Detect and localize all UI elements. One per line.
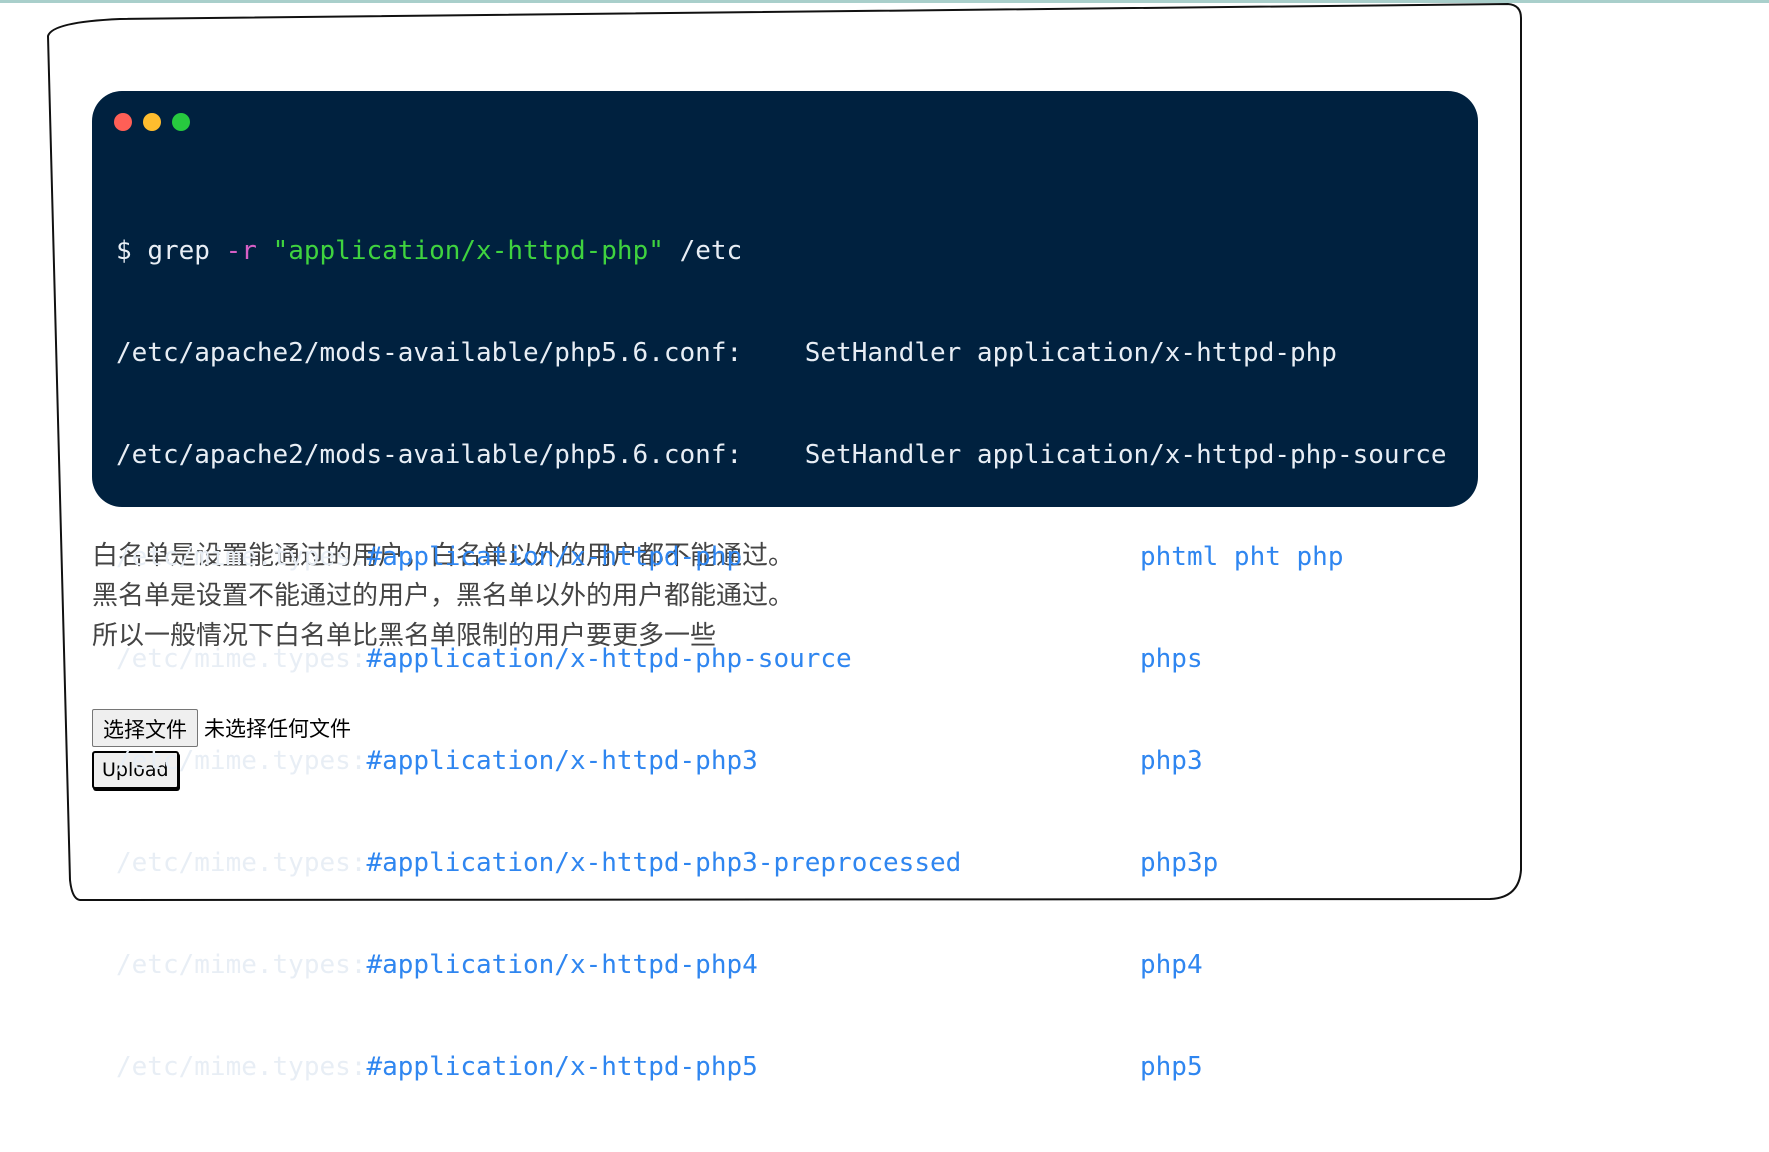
mime-type: #application/x-httpd-php4 xyxy=(366,950,758,980)
window-controls xyxy=(114,113,190,131)
mime-path: /etc/mime.types: xyxy=(116,950,367,980)
mime-extensions: php4 xyxy=(1140,950,1203,980)
mime-path: /etc/mime.types: xyxy=(116,848,367,878)
terminal-window: $ grep -r "application/x-httpd-php" /etc… xyxy=(92,91,1478,1082)
mime-extensions: php5 xyxy=(1140,1052,1203,1082)
mime-path: /etc/mime.types: xyxy=(116,1052,367,1082)
mime-type: #application/x-httpd-php3-preprocessed xyxy=(366,848,962,878)
mime-line: /etc/mime.types:#application/x-httpd-php… xyxy=(116,744,1478,778)
mime-type: #application/x-httpd-php-source xyxy=(366,644,852,674)
content-area: $ grep -r "application/x-httpd-php" /etc… xyxy=(92,91,1478,1082)
command-pattern: "application/x-httpd-php" xyxy=(272,236,664,266)
output-line: /etc/apache2/mods-available/php5.6.conf:… xyxy=(116,338,1337,368)
mime-extensions: phtml pht php xyxy=(1140,542,1344,572)
command-line: $ grep -r "application/x-httpd-php" /etc xyxy=(116,234,1478,268)
mime-extensions: php3 xyxy=(1140,746,1203,776)
mime-type: #application/x-httpd-php5 xyxy=(366,1052,758,1082)
mime-type: #application/x-httpd-php xyxy=(366,542,743,572)
prompt-symbol: $ xyxy=(116,236,132,266)
command-flag: -r xyxy=(225,236,257,266)
close-dot-icon xyxy=(114,113,132,131)
mime-extensions: php3p xyxy=(1140,848,1219,878)
mime-type: #application/x-httpd-php3 xyxy=(366,746,758,776)
mime-path: /etc/mime.types: xyxy=(116,542,367,572)
terminal-output: $ grep -r "application/x-httpd-php" /etc… xyxy=(116,166,1478,1152)
mime-line: /etc/mime.types:#application/x-httpd-php… xyxy=(116,846,1478,880)
command-path: /etc xyxy=(679,236,743,266)
mime-path: /etc/mime.types: xyxy=(116,644,367,674)
mime-line: /etc/mime.types:#application/x-httpd-php… xyxy=(116,1050,1478,1084)
mime-line: /etc/mime.types:#application/x-httpd-php… xyxy=(116,642,1478,676)
mime-extensions: phps xyxy=(1140,644,1203,674)
mime-line: /etc/mime.types:#application/x-httpd-php… xyxy=(116,948,1478,982)
minimize-dot-icon xyxy=(143,113,161,131)
mime-line: /etc/mime.types:#application/x-httpd-php… xyxy=(116,540,1478,574)
output-line: /etc/apache2/mods-available/php5.6.conf:… xyxy=(116,440,1447,470)
maximize-dot-icon xyxy=(172,113,190,131)
command-name: grep xyxy=(147,236,210,266)
mime-path: /etc/mime.types: xyxy=(116,746,367,776)
